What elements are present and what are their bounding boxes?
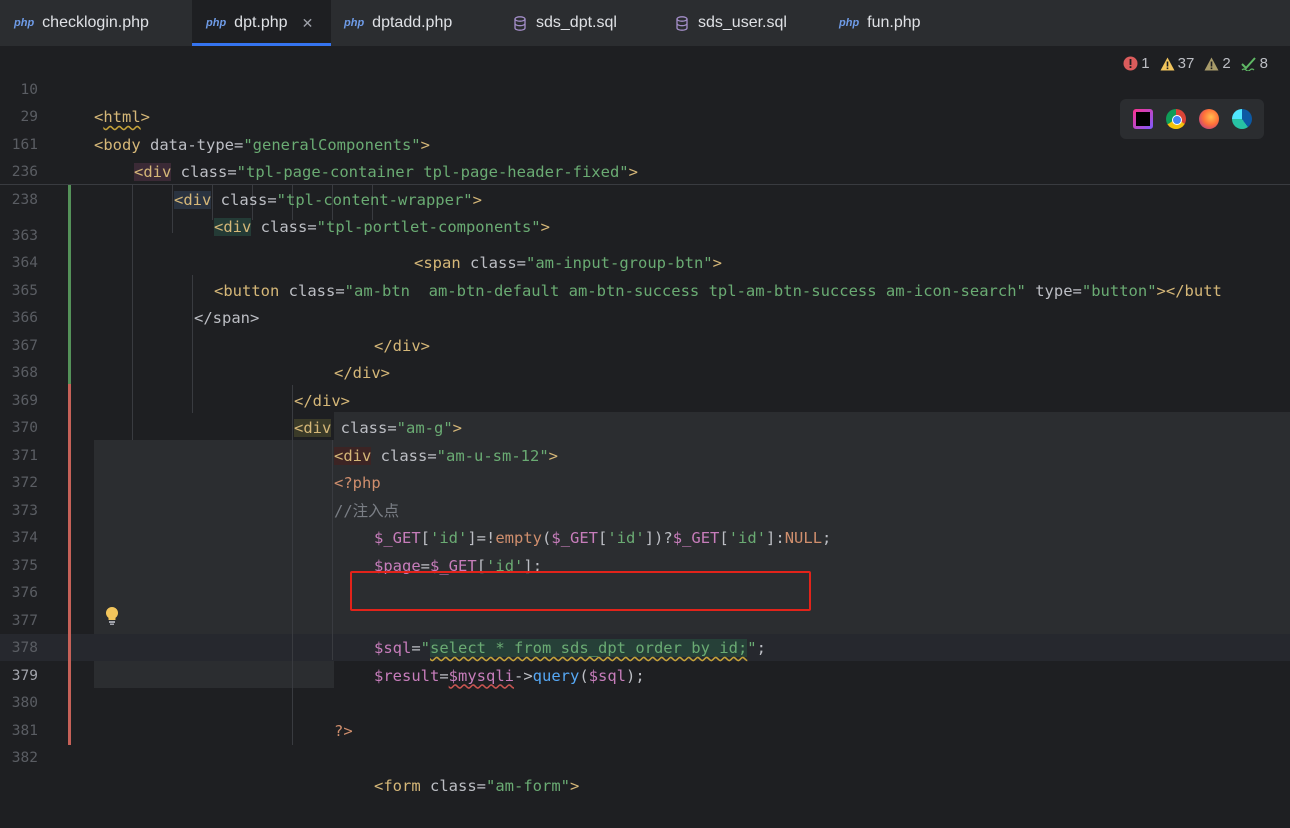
tab-sds-dpt-sql[interactable]: sds_dpt.sql: [514, 0, 617, 46]
php-file-icon: php: [344, 17, 365, 29]
code-line[interactable]: 366 </div>: [0, 278, 1290, 355]
weak-warning-icon: [1204, 57, 1219, 70]
code-line[interactable]: 369 <div class="am-g">: [0, 360, 1290, 437]
sticky-line[interactable]: 236 <div class="tpl-content-wrapper">: [0, 132, 1290, 209]
php-file-icon: php: [206, 17, 227, 29]
code-editor[interactable]: 10 <html> 29 <body data-type="generalCom…: [0, 47, 1290, 795]
firefox-icon[interactable]: [1198, 109, 1219, 129]
code-line[interactable]: 370 <div class="am-u-sm-12">: [0, 388, 1290, 465]
code-line[interactable]: 367 </div>: [0, 305, 1290, 383]
tab-dptadd-php[interactable]: php dptadd.php: [344, 0, 452, 46]
edge-icon[interactable]: [1231, 109, 1252, 129]
database-icon: [676, 15, 688, 31]
highlight-box: [350, 571, 811, 611]
database-icon: [514, 15, 526, 31]
code-line[interactable]: 371 <?php: [0, 415, 1290, 493]
code-line[interactable]: 365 </span>: [0, 250, 1290, 328]
code-line-current[interactable]: 379: [0, 635, 1290, 684]
code-line[interactable]: 372 //注入点: [0, 443, 1290, 520]
tab-fun-php[interactable]: php fun.php: [839, 0, 921, 46]
tab-label: sds_dpt.sql: [536, 14, 617, 31]
sticky-line[interactable]: 161 <div class="tpl-page-container tpl-p…: [0, 104, 1290, 181]
warning-icon: [1160, 57, 1175, 70]
code-line[interactable]: 373 $_GET['id']=!empty($_GET['id'])?$_GE…: [0, 470, 1290, 548]
tab-label: dpt.php: [234, 14, 288, 31]
code-line[interactable]: 378 $result=$mysqli->query($sql);: [0, 608, 1290, 685]
error-icon: [1123, 56, 1138, 71]
tab-checklogin-php[interactable]: php checklogin.php: [14, 0, 149, 46]
close-tab-icon[interactable]: ✕: [302, 15, 314, 32]
tab-dpt-php[interactable]: php dpt.php ✕: [192, 0, 331, 46]
typos-count[interactable]: 8: [1240, 55, 1268, 72]
code-line[interactable]: 382 <form class="am-form">: [0, 718, 1290, 795]
tab-label: fun.php: [867, 14, 921, 31]
tab-label: sds_user.sql: [698, 14, 787, 31]
typo-check-icon: [1240, 56, 1256, 71]
code-line[interactable]: 368 </div>: [0, 333, 1290, 410]
tab-sds-user-sql[interactable]: sds_user.sql: [676, 0, 787, 46]
sticky-line[interactable]: 238 <div class="tpl-portlet-components">: [0, 159, 1290, 236]
lightbulb-icon[interactable]: [104, 606, 120, 626]
tab-label: checklogin.php: [42, 14, 149, 31]
php-file-icon: php: [839, 17, 860, 29]
code-line[interactable]: 375: [0, 525, 1290, 574]
php-file-icon: php: [14, 17, 35, 29]
code-line[interactable]: 364 <button class="am-btn am-btn-default…: [0, 223, 1290, 300]
inspection-widget[interactable]: 1 37 2 8: [1123, 55, 1268, 72]
browser-preview-toolbar: [1120, 99, 1264, 139]
code-text: <form class="am-form">: [374, 776, 580, 795]
tab-label: dptadd.php: [372, 14, 453, 31]
warnings-count[interactable]: 37: [1160, 55, 1194, 72]
line-number: 382: [11, 750, 38, 766]
code-line[interactable]: 363 <span class="am-input-group-btn">: [0, 195, 1290, 273]
editor-tab-bar: php checklogin.php php dpt.php ✕ php dpt…: [0, 0, 1290, 47]
chrome-icon[interactable]: [1165, 109, 1186, 129]
code-line[interactable]: 381: [0, 690, 1290, 739]
active-tab-indicator: [192, 43, 331, 46]
weak-warnings-count[interactable]: 2: [1204, 55, 1231, 72]
sticky-line[interactable]: 10 <html>: [0, 49, 1290, 127]
sticky-line[interactable]: 29 <body data-type="generalComponents">: [0, 77, 1290, 154]
sticky-lines-separator: [0, 184, 1290, 185]
code-line[interactable]: 374 $page=$_GET['id'];: [0, 498, 1290, 575]
code-line[interactable]: 380 ?>: [0, 663, 1290, 740]
phpstorm-icon[interactable]: [1132, 109, 1153, 129]
errors-count[interactable]: 1: [1123, 55, 1150, 72]
